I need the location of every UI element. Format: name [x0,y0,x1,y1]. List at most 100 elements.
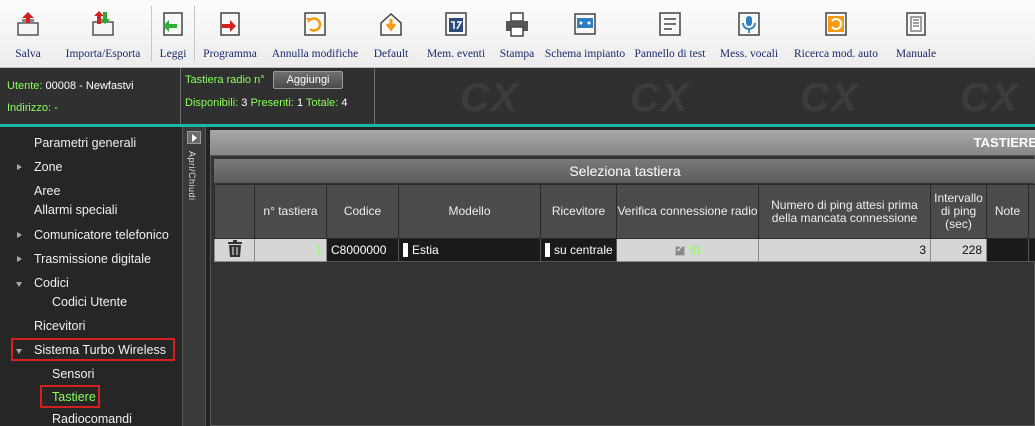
sidebar-item-zone[interactable]: Zone [17,160,63,175]
watermark: CX [800,76,860,120]
present-value: 1 [296,97,304,109]
user-label: Utente: [7,80,43,92]
program-icon [220,12,240,36]
system-schema-icon [574,13,596,35]
undo-changes-button[interactable]: Annulla modifiche [264,0,366,68]
read-icon [163,12,183,36]
read-label: Leggi [159,48,187,60]
radio-check-value: Sì [688,243,701,257]
sidebar-item-trasmissione-digitale[interactable]: Trasmissione digitale [17,252,151,267]
sidebar-item-comunicatore-telefonico[interactable]: Comunicatore telefonico [17,228,169,243]
voice-messages-button[interactable]: Mess. vocali [712,0,786,68]
import-export-icon [92,11,114,36]
collapse-button[interactable] [187,131,201,144]
panel-title: Seleziona tastiera [214,159,1035,183]
sidebar: Parametri generali Zone Aree Allarmi spe… [0,127,182,426]
sidebar-item-sistema-turbo-wireless[interactable]: Sistema Turbo Wireless [16,343,166,358]
save-button[interactable]: Salva [0,0,56,68]
sidebar-item-codici[interactable]: Codici [16,276,69,291]
table-row[interactable]: 1 C8000000 Estia su centrale Sì 3 228 [214,238,1035,262]
manual-button[interactable]: Manuale [886,0,946,68]
dropdown-indicator [545,243,550,258]
auto-search-label: Ricerca mod. auto [794,48,878,60]
add-button[interactable]: Aggiungi [273,71,343,89]
main-content: TASTIERE Seleziona tastiera n° tastiera … [206,127,1035,426]
collapse-label[interactable]: Apri/Chiudi [187,151,197,201]
save-icon [17,12,39,36]
ping-count-cell[interactable]: 3 [758,238,931,262]
extra-cell [1028,238,1035,262]
sidebar-item-sensori[interactable]: Sensori [52,367,94,382]
sidebar-item-radiocomandi[interactable]: Radiocomandi [52,412,132,426]
toolbar-separator [194,6,195,62]
read-button[interactable]: Leggi [154,0,192,68]
save-label: Salva [15,48,41,60]
toolbar-separator [151,6,152,62]
checkbox-icon[interactable] [674,244,685,256]
watermark: CX [960,76,1020,120]
address-label: Indirizzo: [7,102,52,114]
info-bar: CX CX CX CX Utente: 00008 - Newfastvi In… [0,68,1035,125]
undo-changes-label: Annulla modifiche [271,48,359,60]
column-header[interactable]: Intervallo di ping (sec) [930,184,987,239]
keypad-label: Tastiera radio n° [185,74,265,86]
app-window: Salva Importa/Esporta Leggi Programma An… [0,0,1035,426]
keypad-panel: Seleziona tastiera n° tastiera Codice Mo… [210,155,1035,426]
undo-icon [304,12,326,36]
import-export-button[interactable]: Importa/Esporta [56,0,150,68]
radio-check-cell[interactable]: Sì [616,238,759,262]
test-panel-icon [659,12,681,36]
auto-search-button[interactable]: Ricerca mod. auto [786,0,886,68]
present-label: Presenti: [250,97,294,109]
program-label: Programma [203,48,257,60]
column-header[interactable]: Codice [326,184,399,239]
print-icon [506,12,528,37]
watermark: CX [460,76,520,120]
total-value: 4 [341,97,348,109]
table-header: n° tastiera Codice Modello Ricevitore Ve… [214,184,1035,239]
default-button[interactable]: Default [366,0,416,68]
note-cell[interactable] [986,238,1029,262]
sidebar-item-allarmi-speciali[interactable]: Allarmi speciali [34,203,117,218]
column-header[interactable]: n° tastiera [254,184,327,239]
page-title: TASTIERE [973,135,1035,150]
sidebar-item-aree[interactable]: Aree [34,184,60,199]
column-header[interactable]: Ricevitore [540,184,617,239]
user-value: 00008 - Newfastvi [45,80,134,92]
sidebar-item-parametri-generali[interactable]: Parametri generali [34,136,136,151]
home-default-icon [380,12,402,36]
sidebar-item-tastiere[interactable]: Tastiere [52,390,96,405]
watermark: CX [630,76,690,120]
test-panel-button[interactable]: Pannello di test [628,0,712,68]
test-panel-label: Pannello di test [634,48,706,60]
sidebar-item-ricevitori[interactable]: Ricevitori [34,319,85,334]
default-label: Default [373,48,409,60]
auto-search-icon [825,12,847,36]
receiver-cell[interactable]: su centrale [540,238,617,262]
delete-cell[interactable] [214,238,255,262]
program-button[interactable]: Programma [196,0,264,68]
keypad-number-cell: 1 [254,238,327,262]
user-info: Utente: 00008 - Newfastvi Indirizzo: - [5,70,180,124]
dropdown-indicator [403,243,408,258]
address-value: - [54,102,58,114]
page-title-bar: TASTIERE [210,130,1035,155]
sidebar-item-codici-utente[interactable]: Codici Utente [52,295,127,310]
keypad-counts: Disponibili: 3 Presenti: 1 Totale: 4 [185,97,348,109]
code-cell[interactable]: C8000000 [326,238,399,262]
column-header[interactable]: Note [986,184,1029,239]
column-header[interactable]: Numero di ping attesi prima della mancat… [758,184,931,239]
print-button[interactable]: Stampa [494,0,540,68]
trash-icon[interactable] [227,239,243,258]
column-header [1028,184,1035,239]
model-cell[interactable]: Estia [398,238,541,262]
column-header[interactable]: Verifica connessione radio [616,184,759,239]
column-header[interactable]: Modello [398,184,541,239]
keypad-info: Tastiera radio n° Aggiungi Disponibili: … [180,68,375,125]
receiver-value: su centrale [554,242,613,257]
microphone-icon [738,12,760,36]
ping-interval-cell[interactable]: 228 [930,238,987,262]
event-memory-button[interactable]: Mem. eventi [418,0,494,68]
toolbar: Salva Importa/Esporta Leggi Programma An… [0,0,1035,68]
system-schema-button[interactable]: Schema impianto [542,0,628,68]
